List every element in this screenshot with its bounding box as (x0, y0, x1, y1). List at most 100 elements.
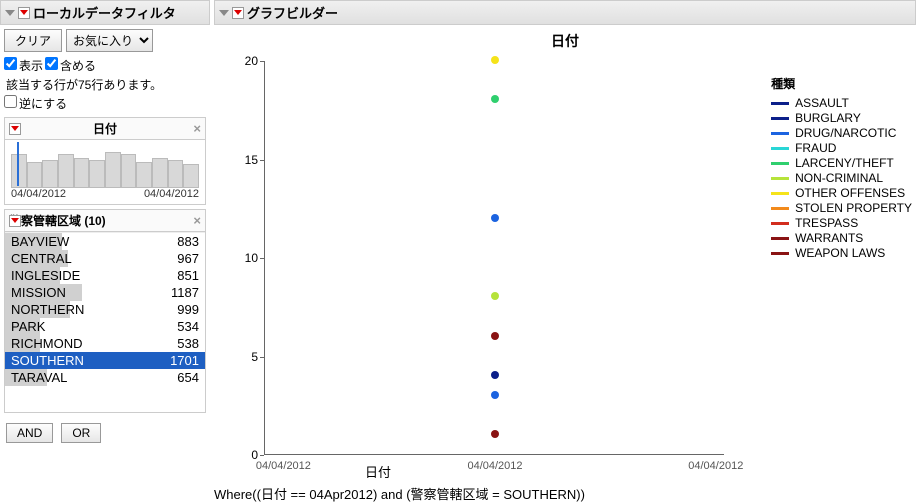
legend-swatch (771, 222, 789, 225)
close-icon[interactable]: × (193, 213, 201, 228)
date-selection-line[interactable] (17, 142, 19, 186)
legend-item[interactable]: STOLEN PROPERTY (771, 201, 912, 215)
where-clause: Where((日付 == 04Apr2012) and (警察管轄区域 = SO… (214, 484, 585, 503)
data-point[interactable] (491, 391, 499, 399)
invert-checkbox[interactable] (4, 95, 17, 108)
district-filter-panel: 警察管轄区域 (10) × BAYVIEW883CENTRAL967INGLES… (4, 209, 206, 413)
legend-swatch (771, 147, 789, 150)
show-checkbox-label[interactable]: 表示 (4, 57, 43, 74)
date-histogram[interactable] (5, 140, 205, 188)
data-point[interactable] (491, 292, 499, 300)
disclosure-icon (5, 10, 15, 16)
district-row-park[interactable]: PARK534 (5, 318, 205, 335)
show-checkbox[interactable] (4, 57, 17, 70)
legend-swatch (771, 237, 789, 240)
disclosure-icon (219, 10, 229, 16)
legend-item[interactable]: TRESPASS (771, 216, 912, 230)
date-filter-header[interactable]: 日付 × (5, 118, 205, 140)
legend-item[interactable]: FRAUD (771, 141, 912, 155)
district-row-northern[interactable]: NORTHERN999 (5, 301, 205, 318)
legend-swatch (771, 162, 789, 165)
legend-item[interactable]: WARRANTS (771, 231, 912, 245)
data-point[interactable] (491, 56, 499, 64)
graph-builder-panel: グラフビルダー 日付 04/04/201204/04/201204/04/201… (214, 0, 916, 455)
include-checkbox[interactable] (45, 57, 58, 70)
hotspot-icon[interactable] (9, 215, 21, 227)
date-axis: 04/04/2012 04/04/2012 (5, 188, 205, 204)
graph-panel-header[interactable]: グラフビルダー (214, 0, 916, 25)
legend: 種類 ASSAULTBURGLARYDRUG/NARCOTICFRAUDLARC… (771, 75, 912, 261)
legend-title: 種類 (771, 75, 912, 92)
histogram-bar[interactable] (183, 164, 199, 188)
x-axis-label: 日付 (0, 462, 756, 481)
district-filter-header[interactable]: 警察管轄区域 (10) × (5, 210, 205, 232)
chart-title: 日付 (214, 25, 916, 53)
clear-button[interactable]: クリア (4, 29, 62, 52)
y-tick-label: 5 (234, 350, 258, 364)
favorites-select[interactable]: お気に入り (66, 29, 153, 52)
legend-label: DRUG/NARCOTIC (795, 126, 896, 140)
legend-label: BURGLARY (795, 111, 861, 125)
legend-label: TRESPASS (795, 216, 858, 230)
legend-label: WEAPON LAWS (795, 246, 885, 260)
histogram-bar[interactable] (27, 162, 43, 188)
filter-panel-title: ローカルデータフィルタ (33, 3, 176, 22)
histogram-bar[interactable] (42, 160, 58, 188)
histogram-bar[interactable] (152, 158, 168, 188)
match-count-caption: 該当する行が75行あります。 (0, 75, 210, 94)
and-button[interactable]: AND (6, 423, 53, 443)
legend-item[interactable]: LARCENY/THEFT (771, 156, 912, 170)
legend-label: STOLEN PROPERTY (795, 201, 912, 215)
histogram-bar[interactable] (168, 160, 184, 188)
hotspot-icon[interactable] (18, 7, 30, 19)
histogram-bar[interactable] (74, 158, 90, 188)
filter-panel-header[interactable]: ローカルデータフィルタ (0, 0, 210, 25)
filter-toolbar: クリア お気に入り (0, 25, 210, 56)
histogram-bar[interactable] (89, 160, 105, 188)
district-row-central[interactable]: CENTRAL967 (5, 250, 205, 267)
legend-item[interactable]: ASSAULT (771, 96, 912, 110)
legend-swatch (771, 132, 789, 135)
legend-label: WARRANTS (795, 231, 863, 245)
histogram-bar[interactable] (136, 162, 152, 188)
district-row-bayview[interactable]: BAYVIEW883 (5, 233, 205, 250)
legend-label: LARCENY/THEFT (795, 156, 894, 170)
hotspot-icon[interactable] (9, 123, 21, 135)
district-row-richmond[interactable]: RICHMOND538 (5, 335, 205, 352)
legend-item[interactable]: WEAPON LAWS (771, 246, 912, 260)
district-row-taraval[interactable]: TARAVAL654 (5, 369, 205, 386)
date-axis-left: 04/04/2012 (11, 188, 66, 200)
y-tick-label: 15 (234, 153, 258, 167)
scatter-plot[interactable]: 04/04/201204/04/201204/04/2012 (264, 61, 724, 455)
legend-item[interactable]: BURGLARY (771, 111, 912, 125)
data-point[interactable] (491, 430, 499, 438)
hotspot-icon[interactable] (232, 7, 244, 19)
logic-row: AND OR (0, 417, 210, 449)
district-row-mission[interactable]: MISSION1187 (5, 284, 205, 301)
date-filter-panel: 日付 × 04/04/2012 04/04/2012 (4, 117, 206, 205)
district-filter-title: 警察管轄区域 (10) (9, 212, 106, 229)
histogram-bar[interactable] (121, 154, 137, 188)
or-button[interactable]: OR (61, 423, 101, 443)
histogram-bar[interactable] (105, 152, 121, 188)
legend-item[interactable]: NON-CRIMINAL (771, 171, 912, 185)
date-filter-title: 日付 (93, 120, 117, 137)
close-icon[interactable]: × (193, 121, 201, 136)
invert-checkbox-label[interactable]: 逆にする (4, 95, 67, 112)
legend-label: OTHER OFFENSES (795, 186, 905, 200)
data-point[interactable] (491, 214, 499, 222)
legend-label: NON-CRIMINAL (795, 171, 883, 185)
legend-label: ASSAULT (795, 96, 849, 110)
district-row-southern[interactable]: SOUTHERN1701 (5, 352, 205, 369)
include-checkbox-label[interactable]: 含める (45, 57, 96, 74)
data-point[interactable] (491, 371, 499, 379)
data-point[interactable] (491, 95, 499, 103)
data-point[interactable] (491, 332, 499, 340)
chart-area: 日付 04/04/201204/04/201204/04/2012 種類 ASS… (214, 25, 916, 455)
district-row-ingleside[interactable]: INGLESIDE851 (5, 267, 205, 284)
legend-item[interactable]: DRUG/NARCOTIC (771, 126, 912, 140)
date-axis-right: 04/04/2012 (144, 188, 199, 200)
histogram-bar[interactable] (58, 154, 74, 188)
legend-item[interactable]: OTHER OFFENSES (771, 186, 912, 200)
district-list[interactable]: BAYVIEW883CENTRAL967INGLESIDE851MISSION1… (5, 232, 205, 412)
